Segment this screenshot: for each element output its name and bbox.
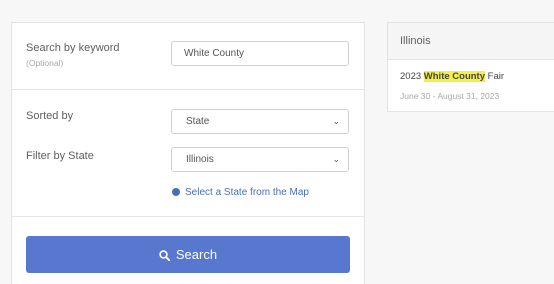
result-title-highlight: White County bbox=[423, 71, 485, 82]
result-item-title[interactable]: 2023 White County Fair bbox=[400, 71, 504, 82]
search-button[interactable]: Search bbox=[26, 236, 350, 273]
result-title-prefix: 2023 bbox=[400, 71, 422, 82]
result-item-dates: June 30 - August 31, 2023 bbox=[400, 91, 500, 101]
sorted-by-select[interactable]: State ⌄ bbox=[171, 109, 349, 134]
results-card: Illinois 2023 White County Fair June 30 … bbox=[387, 22, 554, 112]
filter-state-label: Filter by State bbox=[26, 150, 94, 162]
map-link-label: Select a State from the Map bbox=[185, 187, 309, 198]
form-divider bbox=[12, 216, 364, 217]
keyword-label: Search by keyword bbox=[26, 42, 120, 54]
sorted-by-value: State bbox=[186, 116, 210, 127]
results-state-heading: Illinois bbox=[388, 23, 554, 60]
form-divider bbox=[12, 89, 364, 90]
globe-icon bbox=[172, 188, 180, 196]
chevron-down-icon: ⌄ bbox=[332, 154, 340, 164]
select-state-map-link[interactable]: Select a State from the Map bbox=[172, 187, 309, 198]
search-form-panel: Search by keyword (Optional) White Count… bbox=[11, 22, 365, 284]
filter-state-select[interactable]: Illinois ⌄ bbox=[171, 147, 349, 172]
keyword-input[interactable]: White County bbox=[171, 41, 349, 66]
sorted-by-label: Sorted by bbox=[26, 110, 74, 122]
filter-state-value: Illinois bbox=[186, 154, 214, 165]
search-button-label: Search bbox=[175, 247, 218, 262]
search-icon bbox=[159, 250, 170, 262]
result-title-suffix: Fair bbox=[487, 71, 505, 82]
keyword-optional-note: (Optional) bbox=[26, 58, 64, 68]
chevron-down-icon: ⌄ bbox=[332, 116, 340, 126]
